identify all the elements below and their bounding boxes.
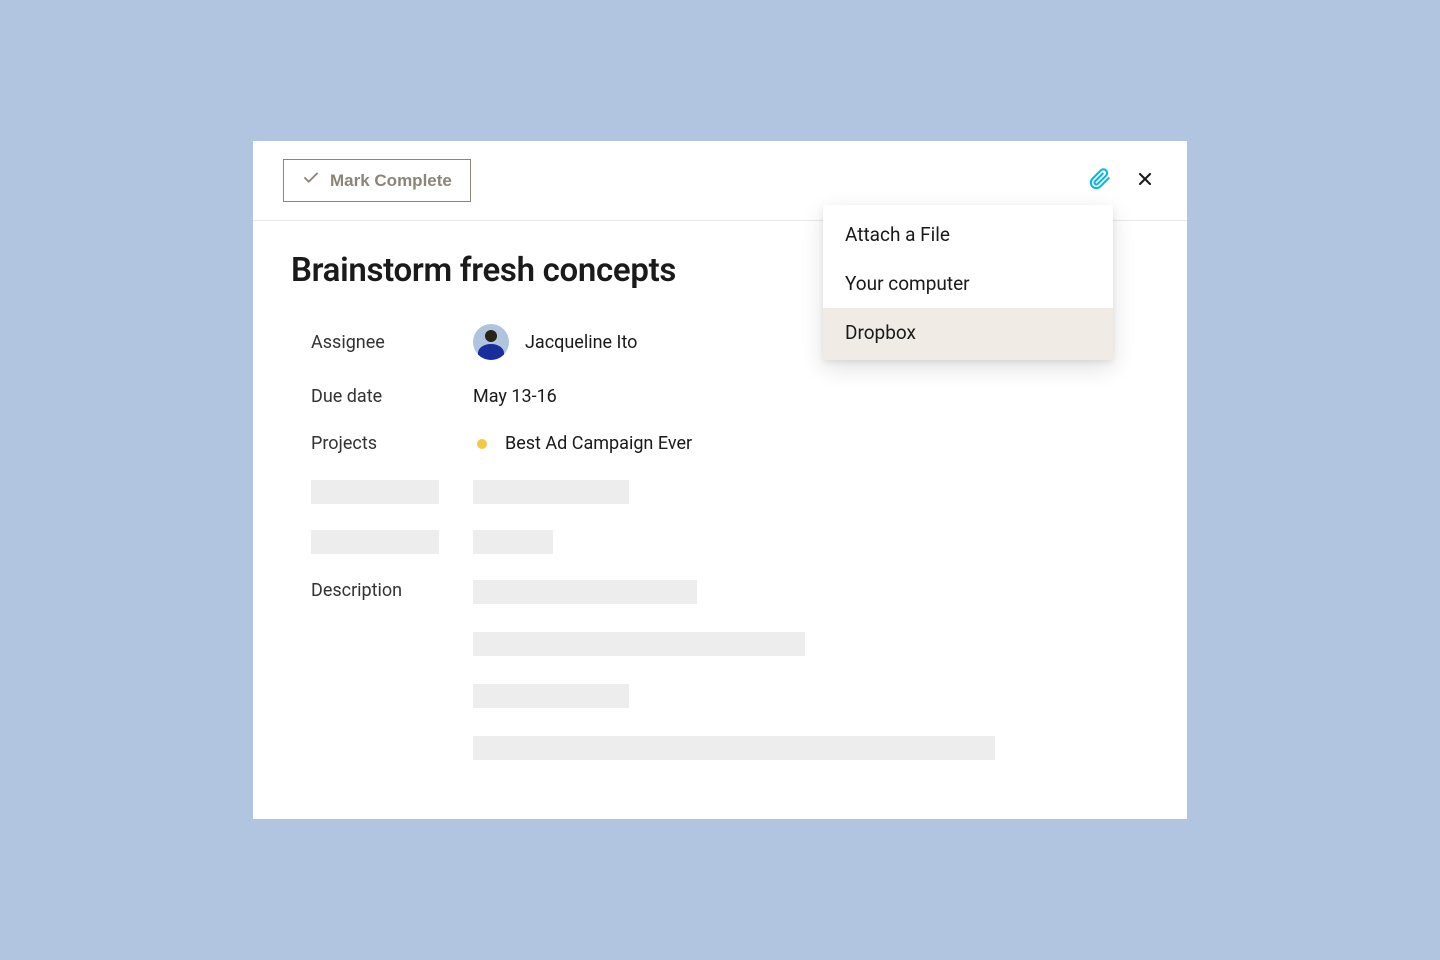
skeleton-placeholder <box>473 736 995 760</box>
skeleton-placeholder <box>311 530 439 554</box>
project-value[interactable]: Best Ad Campaign Ever <box>473 433 692 454</box>
skeleton-placeholder <box>311 480 439 504</box>
projects-label: Projects <box>311 433 473 454</box>
skeleton-placeholder <box>473 480 629 504</box>
description-label: Description <box>311 580 473 601</box>
description-row: Description <box>291 580 1149 760</box>
attach-dropdown-menu: Attach a File Your computer Dropbox <box>823 205 1113 360</box>
skeleton-placeholder <box>473 580 697 604</box>
due-date-value[interactable]: May 13-16 <box>473 386 557 407</box>
header-actions <box>1089 168 1155 194</box>
check-icon <box>302 169 320 192</box>
projects-row: Projects Best Ad Campaign Ever <box>291 433 1149 454</box>
project-name: Best Ad Campaign Ever <box>505 433 692 454</box>
assignee-label: Assignee <box>311 332 473 353</box>
dropdown-item-your-computer[interactable]: Your computer <box>823 259 1113 308</box>
placeholder-row-2 <box>291 530 1149 554</box>
attachment-icon[interactable] <box>1089 168 1111 194</box>
assignee-value[interactable]: Jacqueline Ito <box>473 324 637 360</box>
avatar <box>473 324 509 360</box>
task-detail-card: Mark Complete Brainstorm fresh concepts … <box>253 141 1187 819</box>
dropdown-item-dropbox[interactable]: Dropbox <box>823 308 1113 360</box>
skeleton-placeholder <box>473 530 553 554</box>
mark-complete-button[interactable]: Mark Complete <box>283 159 471 202</box>
assignee-name: Jacqueline Ito <box>525 332 637 353</box>
skeleton-placeholder <box>473 684 629 708</box>
due-date-row: Due date May 13-16 <box>291 386 1149 407</box>
project-color-dot <box>477 439 487 449</box>
mark-complete-label: Mark Complete <box>330 171 452 191</box>
dropdown-item-attach-file[interactable]: Attach a File <box>823 205 1113 259</box>
due-date-label: Due date <box>311 386 473 407</box>
close-icon[interactable] <box>1135 169 1155 193</box>
skeleton-placeholder <box>473 632 805 656</box>
description-placeholder[interactable] <box>473 580 995 760</box>
placeholder-row-1 <box>291 480 1149 504</box>
